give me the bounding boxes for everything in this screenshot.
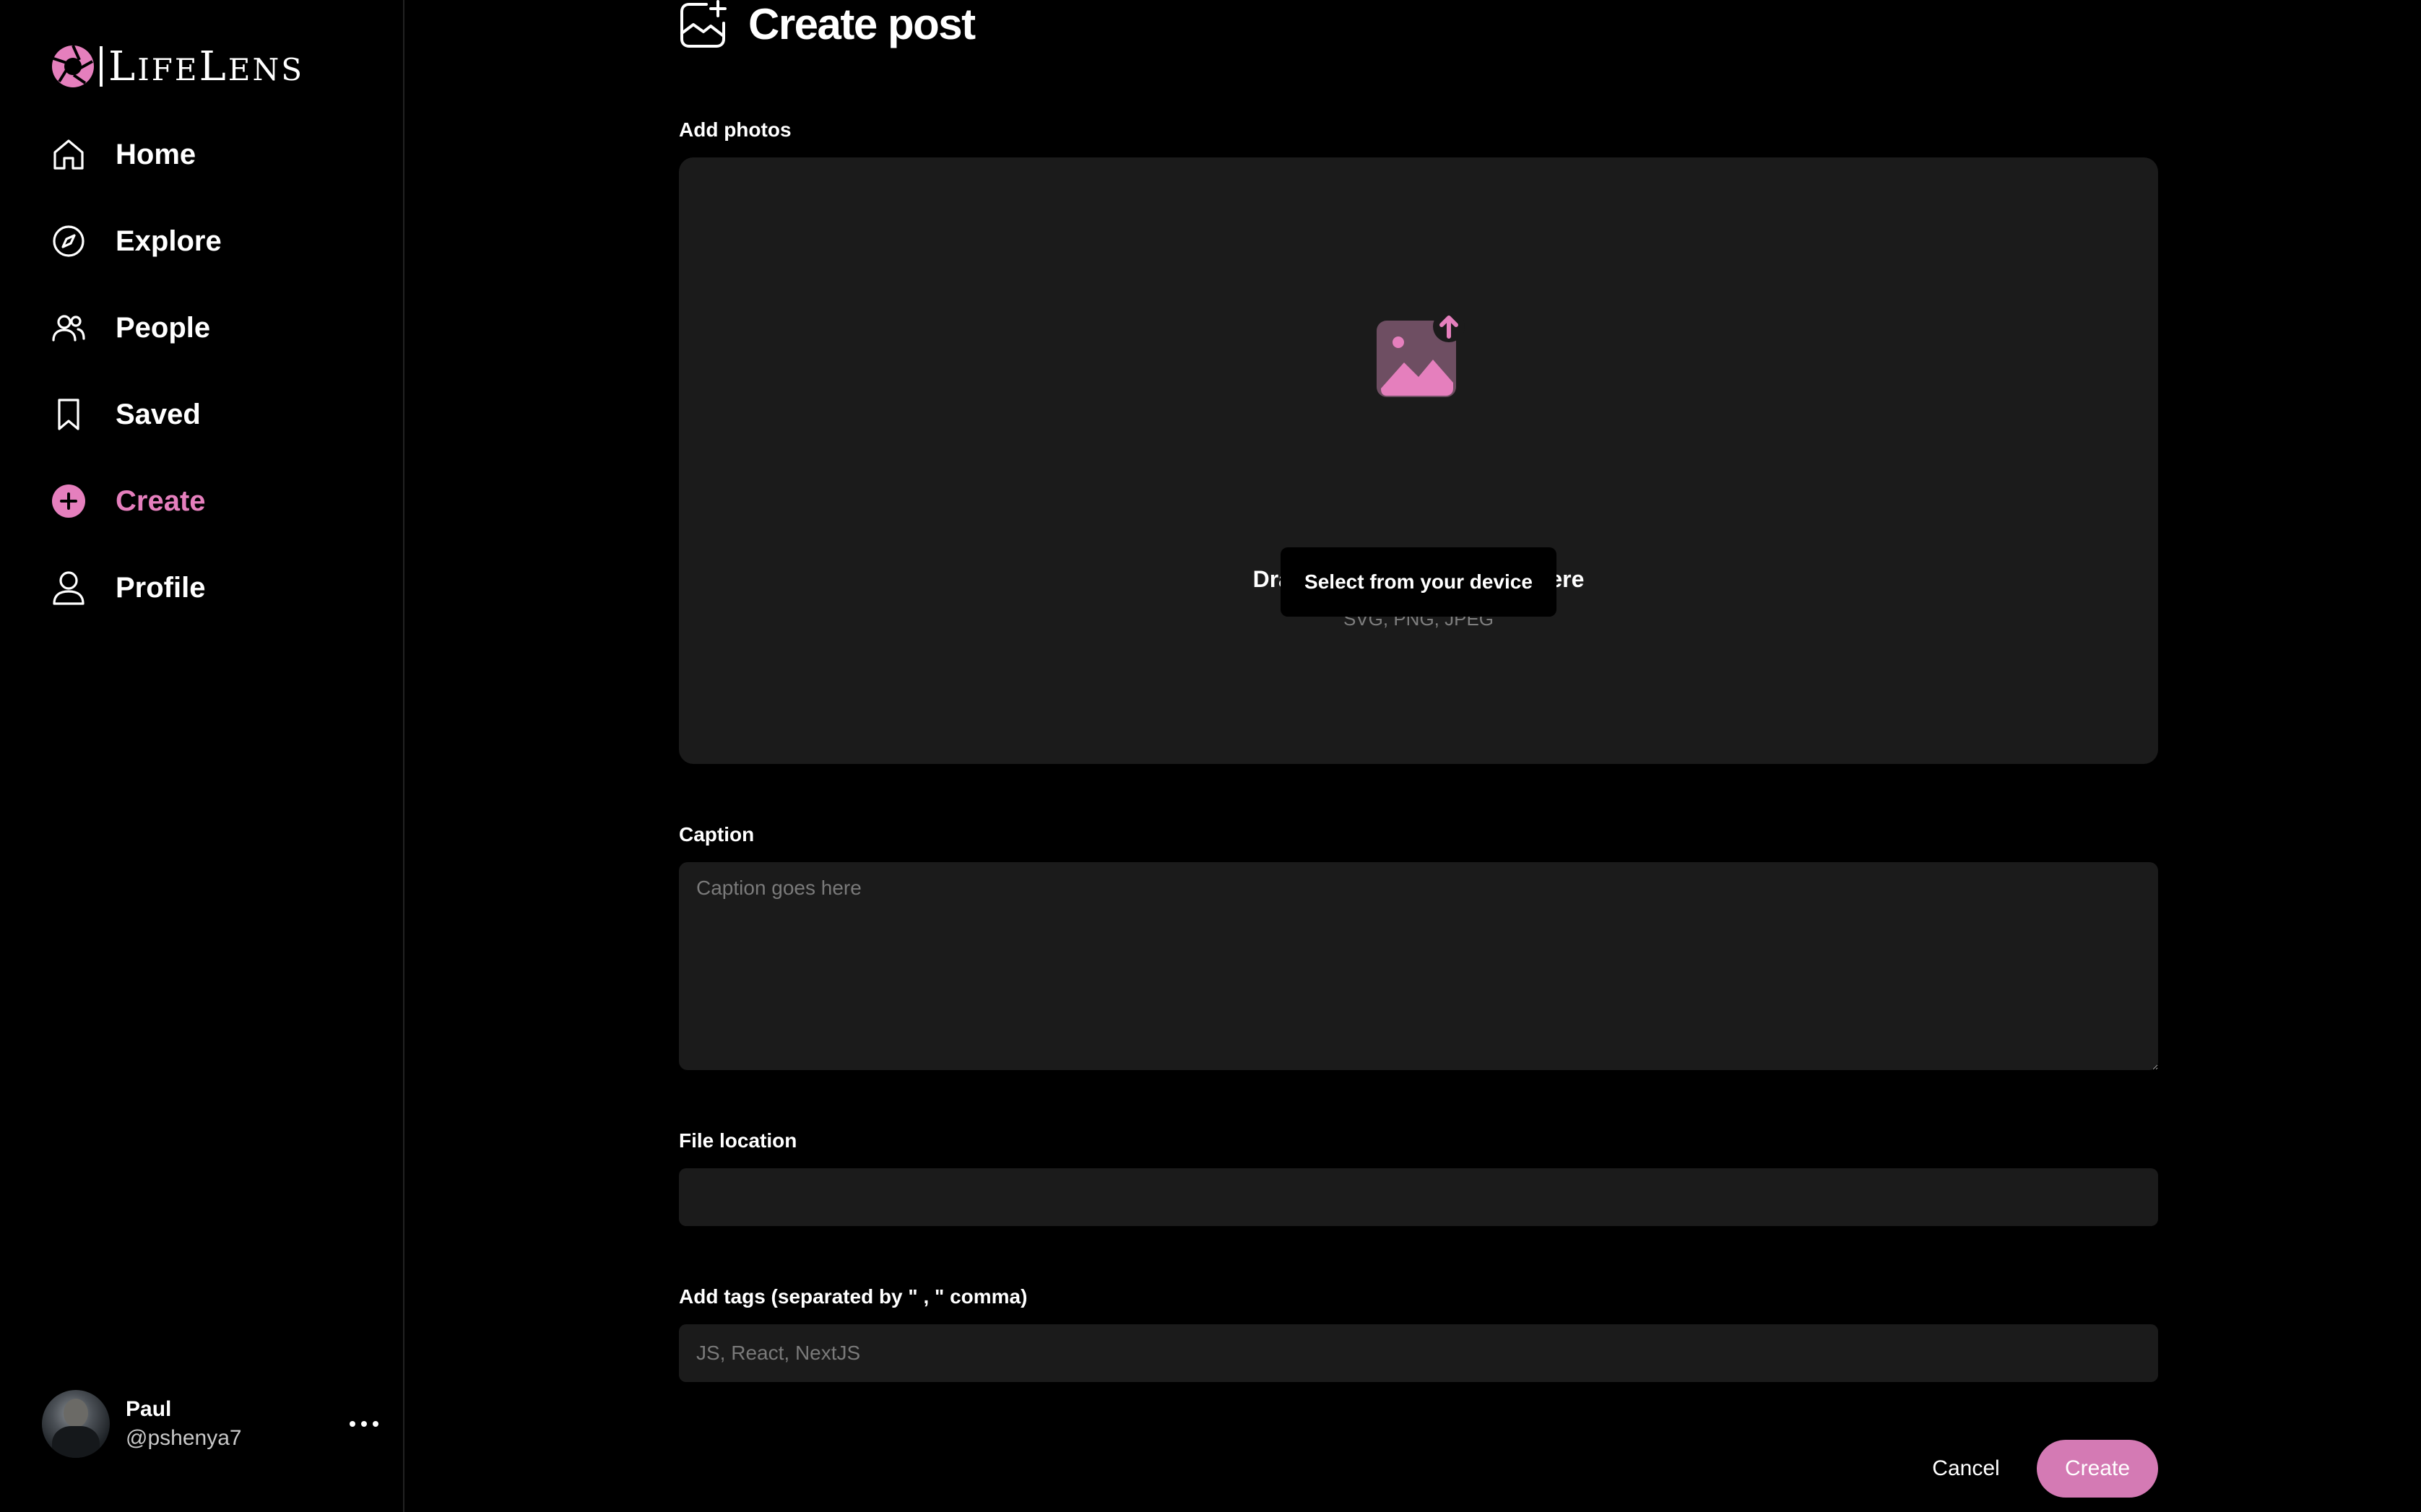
sidebar-item-people[interactable]: People: [51, 299, 368, 357]
logo[interactable]: LIFELENS: [51, 42, 304, 91]
sidebar-item-label: People: [116, 311, 211, 344]
create-button[interactable]: Create: [2037, 1440, 2158, 1498]
sidebar-nav: Home Explore People Saved Create Profile: [51, 126, 368, 646]
sidebar-item-home[interactable]: Home: [51, 126, 368, 183]
file-location-input[interactable]: [679, 1168, 2158, 1226]
sidebar: LIFELENS Home Explore People Saved Creat…: [0, 0, 404, 1512]
image-upload-icon: [1377, 310, 1465, 397]
user-info: Paul @pshenya7: [126, 1395, 242, 1453]
tags-input[interactable]: [679, 1324, 2158, 1382]
sidebar-item-label: Create: [116, 485, 206, 517]
caption-textarea[interactable]: [679, 862, 2158, 1070]
user-icon: [51, 570, 87, 606]
sidebar-item-label: Saved: [116, 398, 201, 430]
logo-text: LIFELENS: [108, 43, 304, 90]
add-photos-label: Add photos: [679, 118, 792, 141]
more-options-icon[interactable]: [350, 1411, 378, 1437]
select-from-device-button[interactable]: Select from your device: [1281, 547, 1556, 617]
sidebar-item-label: Home: [116, 138, 196, 170]
sidebar-item-label: Explore: [116, 225, 222, 257]
aperture-logo-icon: [52, 45, 94, 87]
sidebar-item-profile[interactable]: Profile: [51, 559, 368, 617]
sidebar-item-create[interactable]: Create: [51, 472, 368, 530]
avatar: [42, 1390, 110, 1458]
user-card[interactable]: Paul @pshenya7: [42, 1389, 389, 1459]
logo-divider: [100, 46, 103, 87]
user-handle: @pshenya7: [126, 1426, 242, 1450]
image-dropzone[interactable]: Drag & drop your images here SVG, PNG, J…: [679, 157, 2158, 764]
cancel-button[interactable]: Cancel: [1908, 1440, 2024, 1498]
page-title: Create post: [748, 0, 976, 48]
sidebar-item-label: Profile: [116, 571, 206, 604]
add-circle-icon: [51, 483, 87, 519]
home-icon: [51, 136, 87, 173]
sidebar-item-saved[interactable]: Saved: [51, 386, 368, 443]
page-header: Create post: [679, 0, 976, 49]
file-location-label: File location: [679, 1129, 797, 1152]
tags-label: Add tags (separated by " , " comma): [679, 1285, 1028, 1308]
sidebar-item-explore[interactable]: Explore: [51, 212, 368, 270]
people-icon: [51, 310, 87, 346]
app: LIFELENS Home Explore People Saved Creat…: [0, 0, 2421, 1512]
user-name: Paul: [126, 1397, 172, 1421]
add-image-icon: [680, 0, 727, 48]
bookmark-icon: [51, 396, 87, 433]
caption-label: Caption: [679, 823, 755, 846]
compass-icon: [51, 223, 87, 259]
